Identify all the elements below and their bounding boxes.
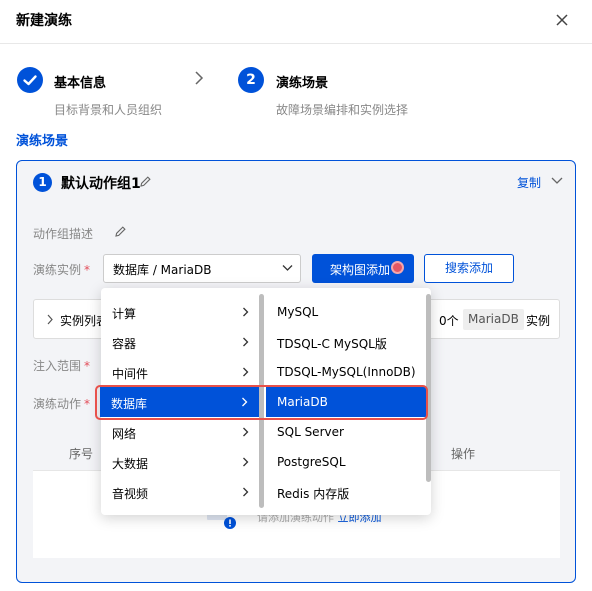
step-1-title: 基本信息: [54, 76, 107, 91]
chevron-right-icon: [195, 71, 204, 85]
menu-item-media[interactable]: 音视频: [101, 477, 262, 507]
cursor-indicator: [391, 261, 404, 274]
edit-desc-icon[interactable]: [114, 225, 127, 238]
chevron-right-icon: [243, 307, 249, 317]
section-title: 演练场景: [16, 134, 69, 149]
step-2-number: 2: [238, 67, 264, 93]
group-number-badge: 1: [33, 173, 52, 192]
instance-select[interactable]: 数据库 / MariaDB: [103, 254, 301, 283]
menu-item-tdsql-c[interactable]: TDSQL-C MySQL版: [266, 327, 426, 357]
chevron-right-icon: [243, 427, 249, 437]
arch-add-button[interactable]: 架构图添加: [312, 254, 414, 283]
chevron-right-icon: [243, 487, 249, 497]
step-2-title: 演练场景: [276, 76, 329, 91]
edit-icon[interactable]: [139, 175, 152, 188]
close-icon[interactable]: [554, 12, 570, 28]
step-1-check-icon: [17, 67, 43, 93]
menu-item-postgresql[interactable]: PostgreSQL: [266, 447, 426, 477]
group-title: 默认动作组1: [61, 176, 141, 192]
menu-item-mysql[interactable]: MySQL: [266, 297, 426, 327]
menu-item-container[interactable]: 容器: [101, 327, 262, 357]
col-ops: 操作: [451, 447, 476, 461]
menu-item-middleware[interactable]: 中间件: [101, 357, 262, 387]
menu-item-redis[interactable]: Redis 内存版: [266, 477, 426, 507]
dialog-title: 新建演练: [16, 13, 72, 29]
scope-label: 注入范围 *: [33, 359, 91, 373]
chevron-right-icon: [243, 367, 249, 377]
instance-label: 演练实例 *: [33, 263, 91, 277]
step-1-desc: 目标背景和人员组织: [54, 103, 163, 117]
selection-highlight: [95, 385, 428, 420]
search-add-button[interactable]: 搜索添加: [424, 254, 514, 283]
step-2-desc: 故障场景编排和实例选择: [276, 103, 409, 117]
instance-select-value: 数据库 / MariaDB: [113, 263, 212, 277]
instance-count: 0个: [439, 314, 459, 328]
instance-tag: MariaDB: [463, 309, 524, 330]
menu-item-tdsql-mysql[interactable]: TDSQL-MySQL(InnoDB): [266, 357, 426, 387]
menu-item-network[interactable]: 网络: [101, 417, 262, 447]
menu-item-compute[interactable]: 计算: [101, 297, 262, 327]
instance-unit: 实例: [526, 314, 551, 328]
action-label: 演练动作 *: [33, 397, 91, 411]
copy-button[interactable]: 复制: [517, 174, 541, 191]
menu-item-bigdata[interactable]: 大数据: [101, 447, 262, 477]
chevron-down-icon: [282, 265, 293, 271]
chevron-right-icon: [243, 457, 249, 467]
desc-label: 动作组描述: [33, 227, 94, 241]
menu-item-sqlserver[interactable]: SQL Server: [266, 417, 426, 447]
chevron-right-icon: [47, 314, 53, 325]
required-mark: *: [84, 263, 91, 277]
chevron-down-icon[interactable]: [551, 177, 563, 185]
dialog-header: 新建演练: [0, 0, 592, 44]
chevron-right-icon: [243, 337, 249, 347]
col-index: 序号: [69, 447, 94, 461]
